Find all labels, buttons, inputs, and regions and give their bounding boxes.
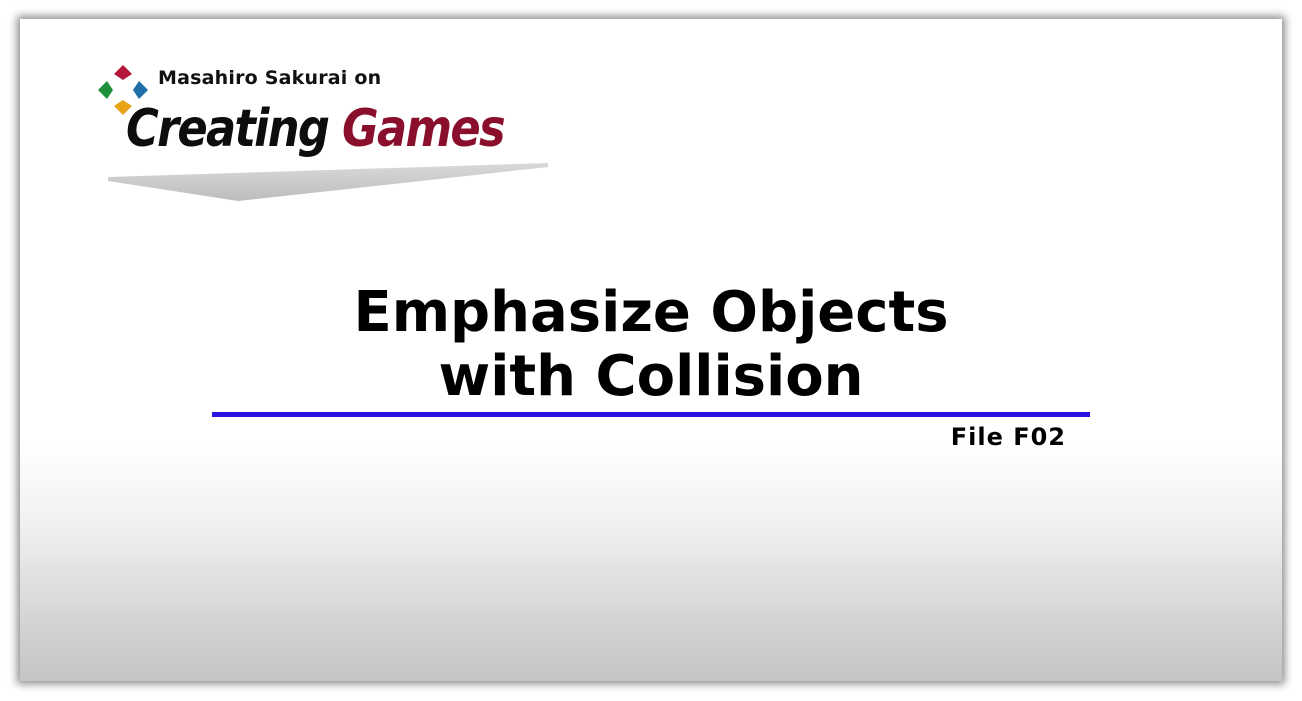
logo-author-text: Masahiro Sakurai on <box>158 67 382 89</box>
series-logo: Masahiro Sakurai on Creating Games <box>96 59 556 209</box>
logo-title-creating: Creating <box>126 99 330 159</box>
title-underline <box>212 412 1090 417</box>
file-label: File F02 <box>950 423 1066 451</box>
page-title-line-2: with Collision <box>438 344 864 409</box>
logo-title-games: Games <box>342 99 506 159</box>
logo-title: Creating Games <box>126 99 506 159</box>
page-title: Emphasize Objects with Collision <box>20 281 1282 409</box>
page-title-line-1: Emphasize Objects <box>353 280 949 345</box>
slide-card: Masahiro Sakurai on Creating Games Empha… <box>20 19 1282 681</box>
logo-swoosh-shape <box>108 163 548 201</box>
